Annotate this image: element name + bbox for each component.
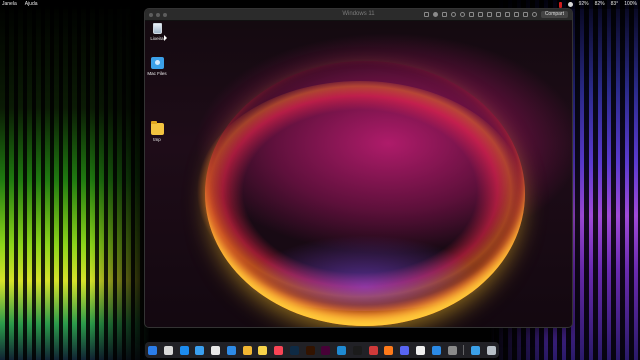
music-icon[interactable]	[274, 345, 284, 355]
launchpad-icon[interactable]	[163, 345, 173, 355]
app-store-icon[interactable]	[179, 345, 189, 355]
trash-icon[interactable]	[486, 345, 496, 355]
record-icon[interactable]	[432, 12, 438, 17]
folder-share-icon[interactable]	[513, 12, 519, 17]
settings-icon[interactable]	[531, 12, 537, 17]
parallels-vm-window[interactable]: Windows 11 Compart Lixeira Mac Files tmp	[145, 9, 572, 327]
photos-icon[interactable]	[242, 345, 252, 355]
parallels-icon[interactable]	[368, 345, 378, 355]
notes-icon[interactable]	[258, 345, 268, 355]
power-icon[interactable]	[450, 12, 456, 17]
settings-icon[interactable]	[447, 345, 457, 355]
windows-desktop[interactable]: Lixeira Mac Files tmp	[145, 21, 572, 327]
xd-icon[interactable]	[321, 345, 331, 355]
discord-icon[interactable]	[400, 345, 410, 355]
share-button[interactable]: Compart	[540, 11, 568, 18]
safari-icon[interactable]	[195, 345, 205, 355]
windows-icon[interactable]	[431, 345, 441, 355]
mac-files-icon	[150, 57, 164, 69]
usb-icon[interactable]	[495, 12, 501, 17]
menu-janela[interactable]: Janela	[2, 0, 17, 9]
photoshop-icon[interactable]	[289, 345, 299, 355]
chrome-icon[interactable]	[211, 345, 221, 355]
firefox-icon[interactable]	[384, 345, 394, 355]
keyboard-icon[interactable]	[423, 12, 429, 17]
audio-icon[interactable]	[477, 12, 483, 17]
macos-menu-bar: Janela Ajuda 92% 82% 83° 100%	[0, 0, 640, 9]
vm-toolbar: Compart	[423, 11, 572, 18]
window-controls	[145, 12, 167, 17]
folder-icon[interactable]	[471, 345, 481, 355]
desktop-icon-label: tmp	[153, 137, 161, 142]
mouse-cursor-icon	[164, 35, 167, 41]
microphone-icon[interactable]	[486, 12, 492, 17]
desktop-icon-tmp[interactable]: tmp	[145, 121, 169, 142]
mail-icon[interactable]	[226, 345, 236, 355]
recording-indicator-icon[interactable]	[558, 1, 562, 8]
vscode-icon[interactable]	[337, 345, 347, 355]
macos-dock	[145, 342, 499, 358]
suspend-icon[interactable]	[459, 12, 465, 17]
status-dot-icon[interactable]	[567, 2, 573, 7]
zoom-button[interactable]	[163, 12, 167, 17]
snapshot-icon[interactable]	[468, 12, 474, 17]
zoom-status[interactable]: 100%	[624, 0, 637, 9]
wallpaper-streaks-left	[0, 0, 150, 360]
vm-titlebar[interactable]: Windows 11 Compart	[145, 9, 572, 21]
folder-icon	[150, 121, 164, 135]
camera-icon[interactable]	[504, 12, 510, 17]
close-button[interactable]	[149, 12, 153, 17]
menu-ajuda[interactable]: Ajuda	[25, 0, 38, 9]
battery-status-1[interactable]: 92%	[579, 0, 589, 9]
devices-icon[interactable]	[441, 12, 447, 17]
dock-divider	[463, 345, 465, 355]
minimize-button[interactable]	[156, 12, 160, 17]
desktop-icon-mac-files[interactable]: Mac Files	[145, 57, 169, 76]
battery-status-2[interactable]: 82%	[595, 0, 605, 9]
coherence-icon[interactable]	[522, 12, 528, 17]
desktop-icon-label: Mac Files	[147, 71, 167, 76]
illustrator-icon[interactable]	[305, 345, 315, 355]
wallpaper-orb-ring	[205, 61, 525, 326]
terminal-icon[interactable]	[352, 345, 362, 355]
temperature-status[interactable]: 83°	[611, 0, 619, 9]
finder-icon[interactable]	[148, 345, 157, 355]
recycle-bin-icon	[152, 23, 162, 34]
github-icon[interactable]	[416, 345, 426, 355]
